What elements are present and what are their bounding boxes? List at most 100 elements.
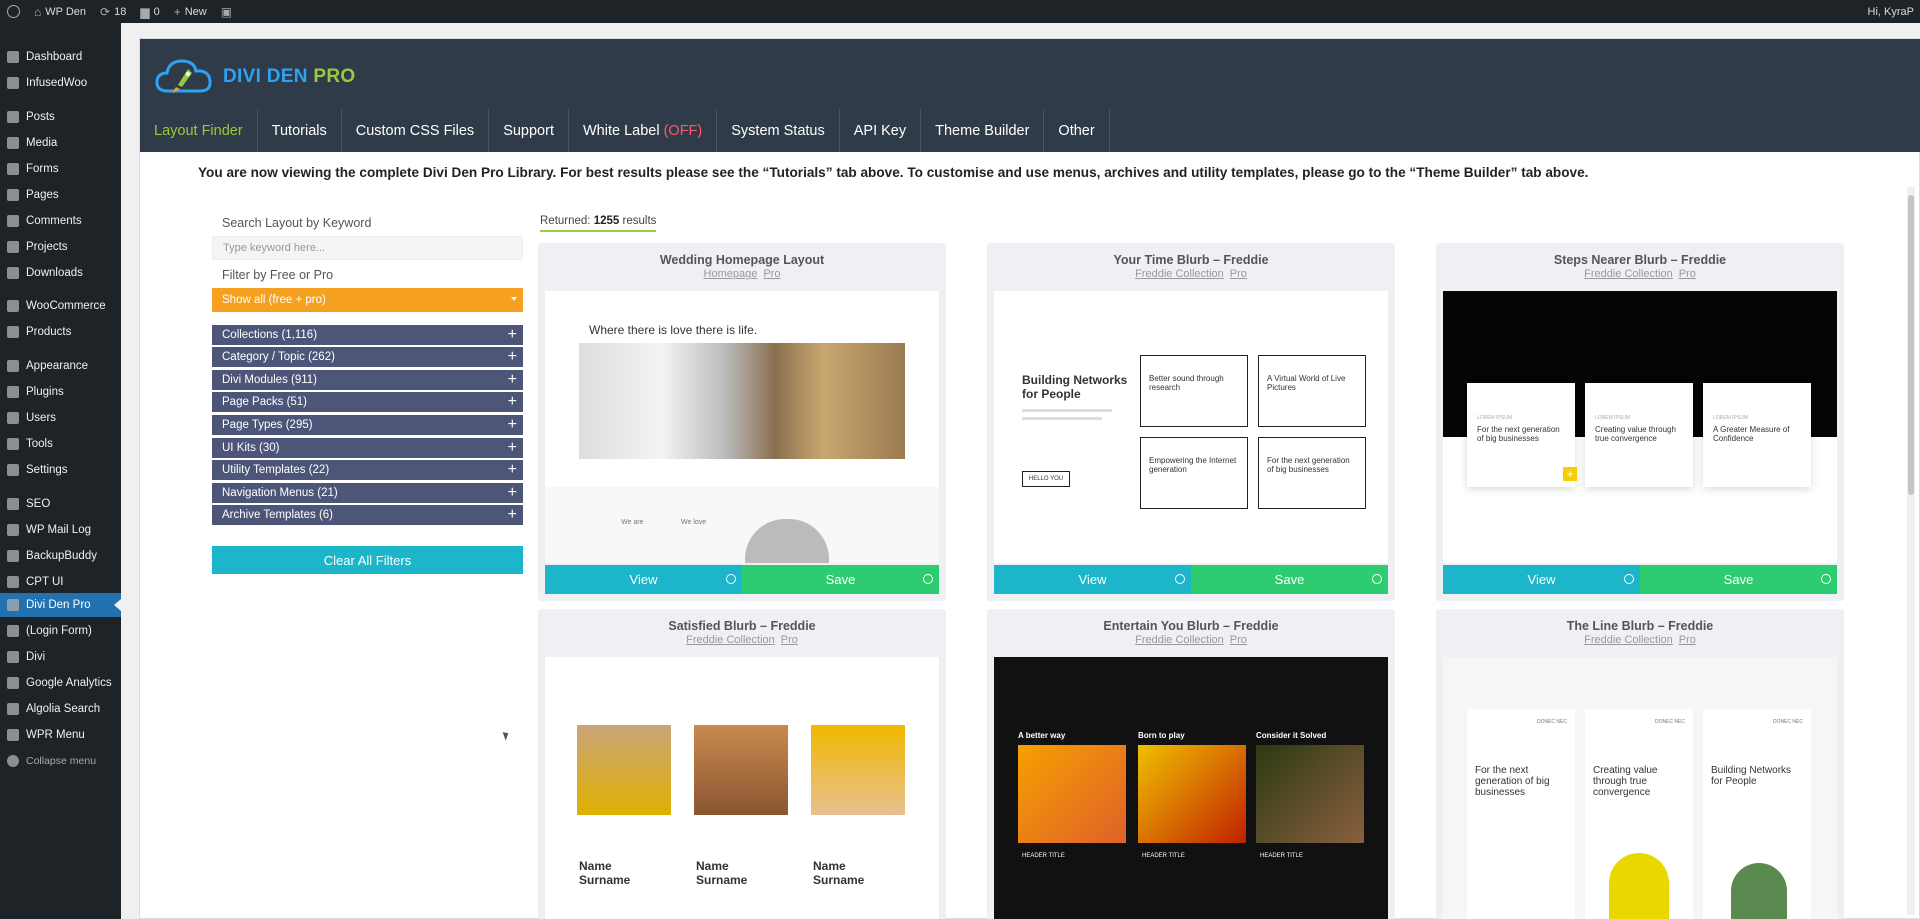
scrollbar[interactable]	[1907, 187, 1915, 915]
layout-preview[interactable]: A better way Born to play Consider it So…	[994, 657, 1388, 919]
filter-accordion[interactable]: Page Types (295) +	[212, 414, 523, 435]
login-form-icon	[7, 625, 19, 637]
filter-accordion[interactable]: Collections (1,116) +	[212, 324, 523, 345]
sidebar-item-pages[interactable]: Pages	[0, 183, 121, 207]
filter-accordion[interactable]: UI Kits (30) +	[212, 437, 523, 458]
seo-icon	[7, 498, 19, 510]
sidebar-item-woocommerce[interactable]: WooCommerce	[0, 294, 121, 318]
search-icon	[7, 703, 19, 715]
save-button[interactable]: Save	[1191, 565, 1388, 594]
logo-text: DIVI DEN PRO	[223, 66, 356, 87]
tag-link[interactable]: Pro	[1230, 268, 1247, 280]
admin-sidebar: Dashboard InfusedWoo Posts Media Forms Pages C…	[0, 23, 121, 919]
wordpress-logo[interactable]	[0, 0, 27, 23]
tag-link[interactable]: Freddie Collection	[686, 634, 775, 646]
account-menu[interactable]: Hi, KyraP	[1861, 0, 1920, 23]
tag-link[interactable]: Pro	[1230, 634, 1247, 646]
sidebar-item-plugins[interactable]: Plugins	[0, 380, 121, 404]
tag-link[interactable]: Freddie Collection	[1584, 634, 1673, 646]
sidebar-item-divi-den-pro[interactable]: Divi Den Pro	[0, 593, 121, 617]
downloads-icon	[7, 267, 19, 279]
portrait-photo	[811, 725, 905, 815]
comments-link[interactable]: ▆ 0	[133, 0, 166, 23]
tab-system-status[interactable]: System Status	[717, 109, 840, 152]
clear-all-filters-button[interactable]: Clear All Filters	[212, 546, 523, 575]
sidebar-item-wpr-menu[interactable]: WPR Menu	[0, 723, 121, 747]
scrollbar-thumb[interactable]	[1908, 195, 1914, 495]
tag-link[interactable]: Homepage	[704, 268, 758, 280]
layout-preview[interactable]: Name Surname Name Surname Name Surname	[545, 657, 939, 919]
layout-preview[interactable]: Building Networks for People HELLO YOU B…	[994, 291, 1388, 563]
tab-theme-builder[interactable]: Theme Builder	[921, 109, 1045, 152]
sidebar-item-downloads[interactable]: Downloads	[0, 261, 121, 285]
free-pro-select[interactable]: Show all (free + pro)	[212, 288, 523, 312]
tag-link[interactable]: Pro	[763, 268, 780, 280]
sidebar-item-seo[interactable]: SEO	[0, 492, 121, 516]
tab-other[interactable]: Other	[1044, 109, 1110, 152]
tag-link[interactable]: Freddie Collection	[1584, 268, 1673, 280]
pin-icon	[7, 111, 19, 123]
tag-link[interactable]: Freddie Collection	[1135, 268, 1224, 280]
sidebar-item-forms[interactable]: Forms	[0, 157, 121, 181]
tag-link[interactable]: Pro	[781, 634, 798, 646]
sidebar-item-cpt-ui[interactable]: CPT UI	[0, 570, 121, 594]
magnifier-icon	[1175, 574, 1185, 584]
sidebar-item-products[interactable]: Products	[0, 320, 121, 344]
view-button[interactable]: View	[545, 565, 742, 594]
sidebar-item-users[interactable]: Users	[0, 406, 121, 430]
sidebar-item-projects[interactable]: Projects	[0, 235, 121, 259]
tab-custom-css-files[interactable]: Custom CSS Files	[342, 109, 490, 152]
layout-preview[interactable]: Where there is love there is life. We ar…	[545, 291, 939, 563]
sidebar-item-posts[interactable]: Posts	[0, 105, 121, 129]
save-button[interactable]: Save	[1640, 565, 1837, 594]
sidebar-item-collapse-menu[interactable]: Collapse menu	[0, 749, 121, 773]
tab-tutorials[interactable]: Tutorials	[258, 109, 342, 152]
download-icon	[1821, 574, 1831, 584]
filter-accordion[interactable]: Page Packs (51) +	[212, 392, 523, 413]
layout-preview[interactable]: DONEC NEC For the next generation of big …	[1443, 657, 1837, 919]
filter-accordion[interactable]: Category / Topic (262) +	[212, 347, 523, 368]
tag-link[interactable]: Freddie Collection	[1135, 634, 1224, 646]
updates-link[interactable]: ⟳ 18	[93, 0, 133, 23]
sidebar-item-backupbuddy[interactable]: BackupBuddy	[0, 544, 121, 568]
layout-card: Entertain You Blurb – Freddie Freddie Co…	[987, 609, 1395, 919]
wordpress-icon	[7, 5, 20, 18]
sidebar-item-appearance[interactable]: Appearance	[0, 354, 121, 378]
sidebar-item-wp-mail-log[interactable]: WP Mail Log	[0, 518, 121, 542]
filter-accordion[interactable]: Divi Modules (911) +	[212, 369, 523, 390]
tab-api-key[interactable]: API Key	[840, 109, 922, 152]
sidebar-item-login-form[interactable]: (Login Form)	[0, 619, 121, 643]
sidebar-item-settings[interactable]: Settings	[0, 458, 121, 482]
site-name-link[interactable]: ⌂ WP Den	[27, 0, 93, 23]
sidebar-item-dashboard[interactable]: Dashboard	[0, 45, 121, 69]
search-input[interactable]: Type keyword here...	[212, 236, 523, 260]
pages-icon	[7, 189, 19, 201]
comment-icon: ▆	[140, 4, 150, 19]
filter-accordion[interactable]: Utility Templates (22) +	[212, 460, 523, 481]
plus-icon: +	[507, 461, 517, 479]
search-label: Search Layout by Keyword	[222, 216, 372, 230]
sidebar-item-infusedwoo[interactable]: InfusedWoo	[0, 71, 121, 95]
view-button[interactable]: View	[1443, 565, 1640, 594]
save-button[interactable]: Save	[742, 565, 939, 594]
sidebar-item-google-analytics[interactable]: Google Analytics	[0, 671, 121, 695]
home-icon: ⌂	[34, 4, 42, 19]
tag-link[interactable]: Pro	[1679, 268, 1696, 280]
yoast-link[interactable]: ▣	[214, 0, 239, 23]
tab-support[interactable]: Support	[489, 109, 569, 152]
tab-layout-finder[interactable]: Layout Finder	[140, 109, 258, 152]
filter-accordion[interactable]: Archive Templates (6) +	[212, 505, 523, 526]
plugins-icon	[7, 386, 19, 398]
sidebar-item-comments[interactable]: Comments	[0, 209, 121, 233]
sidebar-item-media[interactable]: Media	[0, 131, 121, 155]
tab-white-label[interactable]: White Label (OFF)	[569, 109, 718, 152]
new-content-link[interactable]: + New	[167, 0, 214, 23]
sidebar-item-algolia-search[interactable]: Algolia Search	[0, 697, 121, 721]
tag-link[interactable]: Pro	[1679, 634, 1696, 646]
sidebar-item-tools[interactable]: Tools	[0, 432, 121, 456]
sidebar-item-divi[interactable]: Divi	[0, 645, 121, 669]
divi-den-panel: DIVI DEN PRO Layout Finder Tutorials Cus…	[139, 38, 1920, 919]
filter-accordion[interactable]: Navigation Menus (21) +	[212, 482, 523, 503]
layout-preview[interactable]: LOREM IPSUM For the next generation of bi…	[1443, 291, 1837, 563]
view-button[interactable]: View	[994, 565, 1191, 594]
